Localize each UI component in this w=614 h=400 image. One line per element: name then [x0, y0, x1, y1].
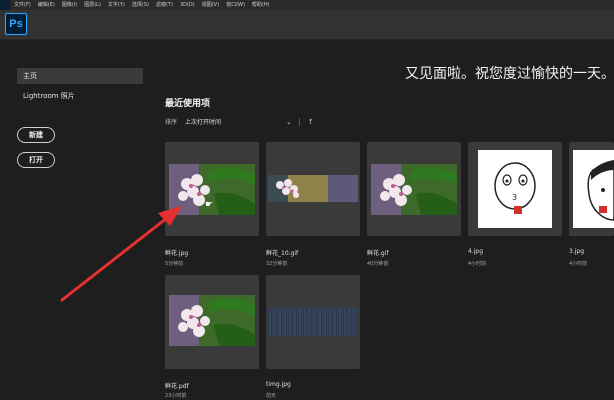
- annotation-arrow-icon: [60, 206, 182, 302]
